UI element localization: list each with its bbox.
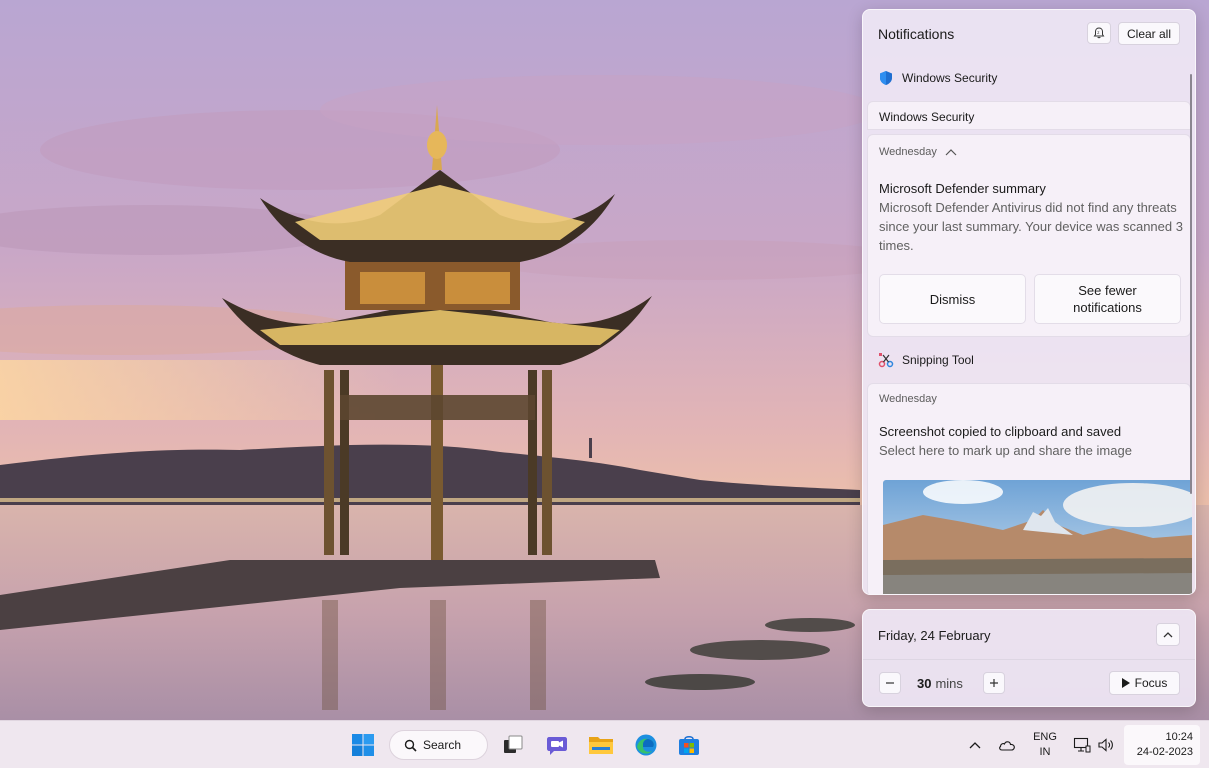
clock[interactable]: 10:24 24-02-2023 [1124, 725, 1200, 765]
notification-time-row: Wednesday [879, 393, 937, 405]
task-view-icon [504, 735, 523, 753]
store-button[interactable] [675, 731, 703, 759]
shield-icon [878, 70, 894, 86]
chevron-up-icon [1163, 631, 1173, 637]
notification-title: Microsoft Defender summary [879, 181, 1046, 196]
clock-time: 10:24 [1165, 731, 1193, 743]
dismiss-button[interactable]: Dismiss [879, 274, 1026, 324]
network-icon [1073, 737, 1091, 753]
search-icon [404, 739, 417, 752]
onedrive-button[interactable] [997, 735, 1017, 755]
edge-icon [635, 734, 657, 756]
chevron-up-icon[interactable] [945, 148, 957, 156]
plus-icon [990, 679, 998, 687]
task-view-button[interactable] [499, 731, 527, 759]
chat-icon [547, 737, 567, 755]
notification-center-title: Notifications [878, 26, 955, 42]
notification-time: Wednesday [879, 393, 937, 405]
file-explorer-button[interactable] [587, 731, 615, 759]
focus-button-label: Focus [1134, 676, 1168, 690]
notification-card-defender[interactable]: Wednesday Microsoft Defender summary Mic… [867, 134, 1191, 337]
do-not-disturb-button[interactable]: z [1087, 22, 1111, 44]
start-button[interactable] [349, 731, 377, 759]
file-explorer-icon [589, 737, 613, 754]
notification-time-row: Wednesday [879, 146, 957, 158]
calendar-expand-button[interactable] [1156, 623, 1180, 646]
bell-snooze-icon: z [1093, 27, 1105, 39]
windows-start-icon [352, 734, 374, 756]
region-code: IN [1039, 746, 1051, 758]
language-code: ENG [1033, 731, 1057, 743]
notification-body: Microsoft Defender Antivirus did not fin… [879, 200, 1183, 253]
clock-date: 24-02-2023 [1136, 746, 1193, 758]
svg-text:z: z [1097, 30, 1099, 35]
minus-icon [886, 682, 894, 684]
app-group-name: Windows Security [902, 71, 998, 85]
focus-decrease-button[interactable] [879, 672, 901, 694]
speaker-icon [1098, 738, 1113, 752]
calendar-panel: Friday, 24 February 30 mins Focus [862, 609, 1196, 707]
notification-header: Notifications z Clear all [863, 10, 1195, 58]
focus-increase-button[interactable] [983, 672, 1005, 694]
edge-button[interactable] [632, 731, 660, 759]
app-group-name: Snipping Tool [902, 353, 974, 367]
search-label: Search [423, 738, 462, 752]
clear-all-button[interactable]: Clear all [1118, 22, 1180, 45]
store-icon [679, 736, 699, 755]
scrollbar-thumb[interactable] [1190, 74, 1192, 494]
focus-duration-unit: mins [935, 676, 963, 691]
divider [863, 659, 1195, 660]
notification-card-snipping[interactable]: Wednesday Screenshot copied to clipboard… [867, 383, 1192, 594]
notification-time: Wednesday [879, 146, 937, 158]
focus-start-button[interactable]: Focus [1109, 671, 1180, 695]
focus-duration: 30 mins [917, 676, 963, 691]
notification-body: Select here to mark up and share the ima… [879, 443, 1132, 458]
app-group-header-snipping-tool[interactable]: Snipping Tool [878, 350, 974, 370]
language-indicator[interactable]: ENG IN [1031, 730, 1059, 760]
see-fewer-notifications-button[interactable]: See fewer notifications [1034, 274, 1181, 324]
notification-center: Notifications z Clear all Windows Securi… [862, 9, 1196, 595]
volume-button[interactable] [1096, 735, 1116, 755]
chevron-up-icon [969, 742, 981, 749]
screenshot-thumbnail[interactable] [883, 480, 1192, 594]
taskbar-search[interactable]: Search [389, 730, 488, 760]
calendar-date: Friday, 24 February [878, 628, 991, 643]
show-hidden-icons-button[interactable] [965, 735, 985, 755]
notification-title: Screenshot copied to clipboard and saved [879, 424, 1122, 439]
chat-button[interactable] [543, 731, 571, 759]
snipping-tool-icon [878, 352, 894, 368]
focus-duration-value: 30 [917, 676, 932, 691]
taskbar: Search ENG IN 10:24 24-02-2023 [0, 720, 1209, 768]
collapsed-notification-label: Windows Security [879, 110, 975, 124]
app-group-header-windows-security[interactable]: Windows Security [878, 68, 997, 88]
cloud-icon [999, 741, 1015, 751]
play-icon [1121, 678, 1130, 688]
network-button[interactable] [1072, 735, 1092, 755]
collapsed-notification[interactable]: Windows Security [867, 101, 1191, 130]
